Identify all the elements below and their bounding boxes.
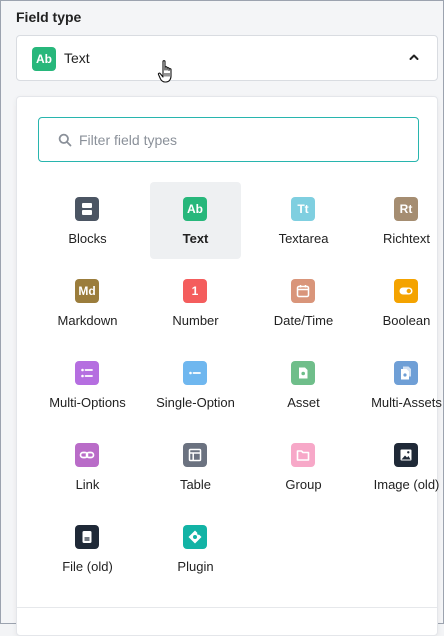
toggle-icon — [394, 279, 418, 303]
field-type-option-markdown[interactable]: Md Markdown — [42, 264, 133, 341]
field-type-option-richtext[interactable]: Rt Richtext — [361, 182, 444, 259]
field-type-option-textarea[interactable]: Tt Textarea — [258, 182, 349, 259]
field-type-label: Boolean — [382, 313, 431, 328]
file-icon — [75, 525, 99, 549]
selected-field-type: Text — [64, 50, 90, 66]
field-type-label: Image (old) — [373, 477, 440, 492]
field-type-label: Plugin — [177, 559, 214, 574]
field-type-label: Multi-Assets — [371, 395, 442, 410]
field-type-label: Multi-Options — [49, 395, 126, 410]
field-type-label: Group — [285, 477, 322, 492]
field-type-option-text[interactable]: Ab Text — [150, 182, 241, 259]
blocks-icon — [75, 197, 99, 221]
field-type-label: Field type — [16, 9, 82, 25]
dropdown-divider — [17, 607, 437, 608]
field-type-option-boolean[interactable]: Boolean — [361, 264, 444, 341]
field-type-label: Text — [182, 231, 209, 246]
search-icon — [58, 133, 72, 147]
richtext-icon: Rt — [394, 197, 418, 221]
field-type-option-group[interactable]: Group — [258, 428, 349, 505]
link-icon — [75, 443, 99, 467]
field-type-label: Date/Time — [273, 313, 334, 328]
field-type-label: Asset — [287, 395, 320, 410]
field-type-option-date-time[interactable]: Date/Time — [258, 264, 349, 341]
filter-search-box[interactable] — [38, 117, 419, 162]
field-type-label: Number — [172, 313, 219, 328]
calendar-icon — [291, 279, 315, 303]
chevron-up-icon[interactable] — [407, 50, 421, 64]
text-icon: Ab — [183, 197, 207, 221]
plugin-icon — [183, 525, 207, 549]
table-icon — [183, 443, 207, 467]
field-type-label: Blocks — [68, 231, 107, 246]
field-type-label: Single-Option — [156, 395, 235, 410]
field-type-select[interactable]: Ab Text — [16, 35, 438, 81]
field-type-option-link[interactable]: Link — [42, 428, 133, 505]
field-type-option-file-old[interactable]: File (old) — [42, 510, 133, 587]
field-type-option-multi-assets[interactable]: Multi-Assets — [361, 346, 444, 423]
field-type-label: Richtext — [383, 231, 430, 246]
field-type-label: Link — [75, 477, 100, 492]
field-type-option-plugin[interactable]: Plugin — [150, 510, 241, 587]
multi-assets-icon — [394, 361, 418, 385]
filter-field-types-input[interactable] — [79, 118, 409, 161]
field-type-dropdown: Blocks Ab Text Tt Textarea Rt Richtext Md Markdo… — [16, 96, 442, 636]
field-type-label: Markdown — [57, 313, 118, 328]
asset-icon — [291, 361, 315, 385]
field-type-label: Textarea — [278, 231, 329, 246]
folder-icon — [291, 443, 315, 467]
image-icon — [394, 443, 418, 467]
field-type-option-image-old[interactable]: Image (old) — [361, 428, 444, 505]
field-type-option-table[interactable]: Table — [150, 428, 241, 505]
field-type-option-multi-options[interactable]: Multi-Options — [42, 346, 133, 423]
number-icon: 1 — [183, 279, 207, 303]
field-type-label: Table — [179, 477, 212, 492]
field-type-panel: Field type Ab Text Blocks Ab Text Tt Textare… — [0, 0, 444, 636]
markdown-icon: Md — [75, 279, 99, 303]
text-type-badge: Ab — [32, 47, 56, 71]
list-icon — [75, 361, 99, 385]
field-type-label: File (old) — [62, 559, 113, 574]
field-type-option-single-option[interactable]: Single-Option — [150, 346, 241, 423]
textarea-icon: Tt — [291, 197, 315, 221]
field-type-option-blocks[interactable]: Blocks — [42, 182, 133, 259]
field-type-option-asset[interactable]: Asset — [258, 346, 349, 423]
field-type-option-number[interactable]: 1 Number — [150, 264, 241, 341]
single-option-icon — [183, 361, 207, 385]
